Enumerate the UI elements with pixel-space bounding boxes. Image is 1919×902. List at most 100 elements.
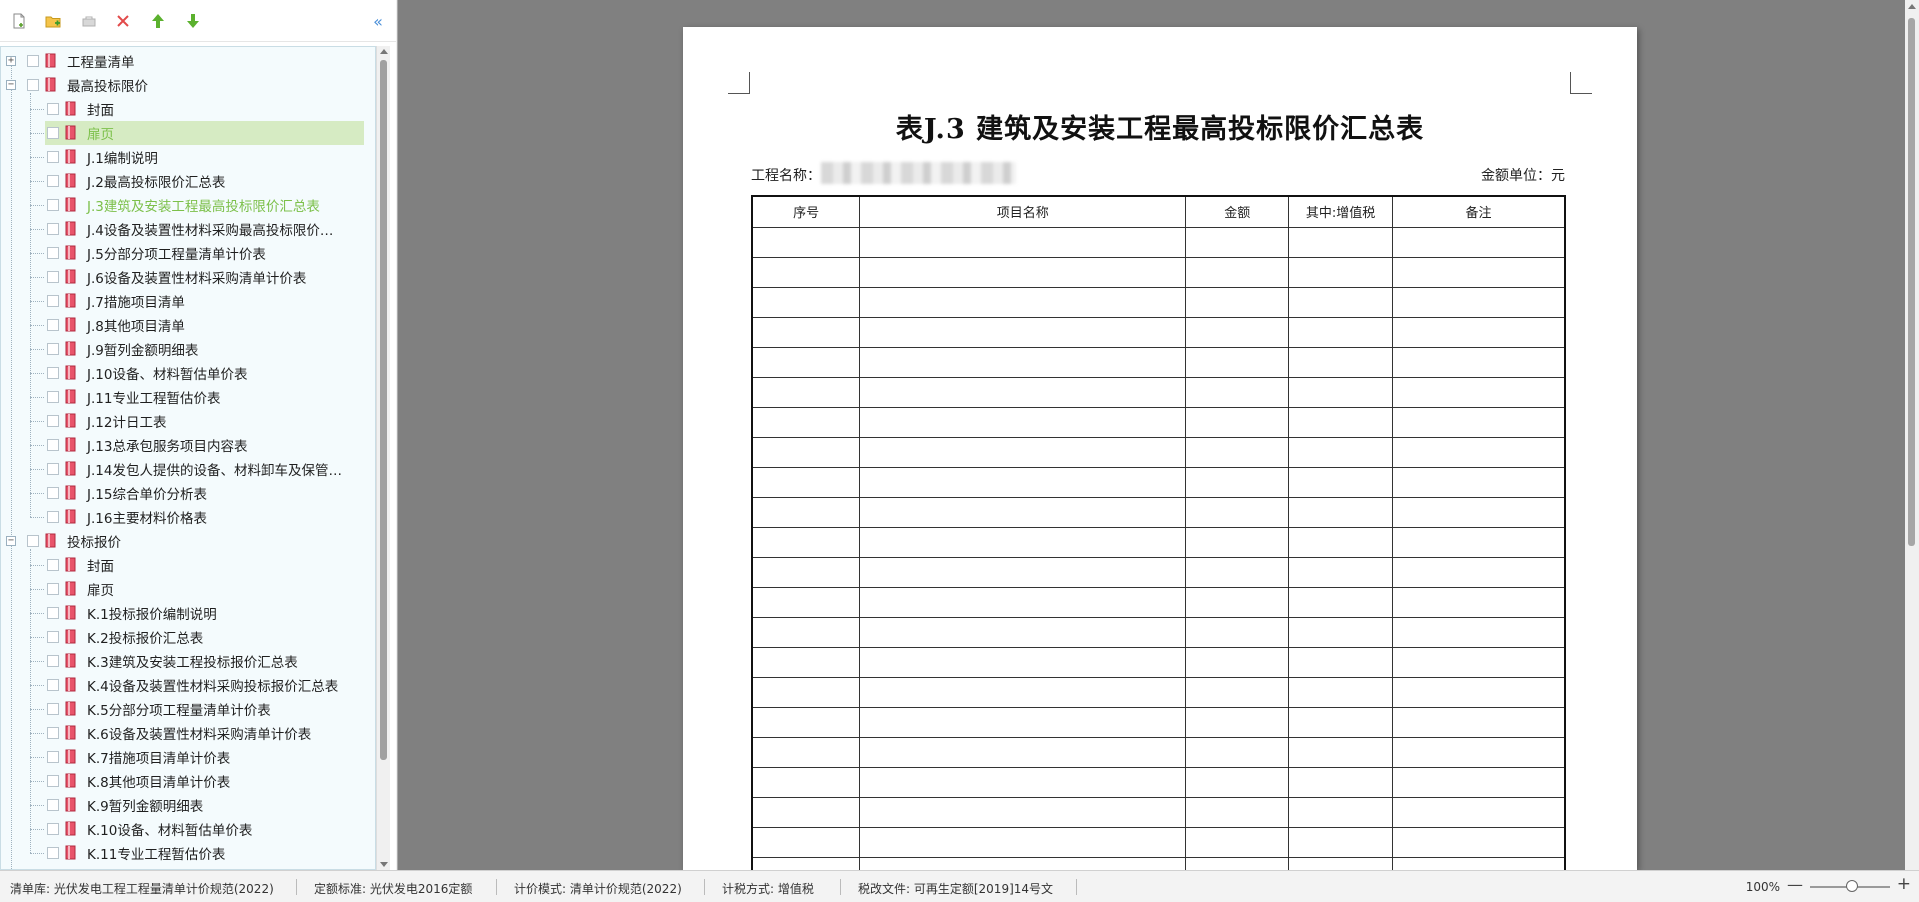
tree-checkbox[interactable]: [47, 559, 59, 571]
tree-item-row[interactable]: J.5分部分项工程量清单计价表: [1, 241, 375, 265]
table-cell: [1185, 526, 1290, 558]
scroll-up-arrow-icon[interactable]: [1908, 4, 1916, 9]
tree-checkbox[interactable]: [47, 727, 59, 739]
expander-icon[interactable]: −: [6, 536, 16, 546]
tree-checkbox[interactable]: [47, 607, 59, 619]
tree-checkbox[interactable]: [27, 535, 39, 547]
zoom-slider-thumb[interactable]: [1846, 880, 1858, 892]
tree-checkbox[interactable]: [47, 295, 59, 307]
tree-checkbox[interactable]: [47, 751, 59, 763]
tree-checkbox[interactable]: [47, 199, 59, 211]
tree-item-row[interactable]: J.14发包人提供的设备、材料卸车及保管…: [1, 457, 375, 481]
tree-checkbox[interactable]: [47, 655, 59, 667]
tree-checkbox[interactable]: [47, 511, 59, 523]
status-tax-method: 计税方式: 增值税: [722, 882, 814, 896]
tree-checkbox[interactable]: [47, 799, 59, 811]
expander-icon[interactable]: +: [6, 56, 16, 66]
expander-icon[interactable]: −: [6, 80, 16, 90]
scroll-up-arrow-icon[interactable]: [380, 49, 388, 54]
tree-item-row[interactable]: J.4设备及装置性材料采购最高投标限价…: [1, 217, 375, 241]
tree-item-row[interactable]: J.15综合单价分析表: [1, 481, 375, 505]
delete-icon[interactable]: [112, 10, 134, 32]
report-book-icon: [65, 125, 77, 140]
tree-scroll-thumb[interactable]: [380, 60, 387, 760]
tree-item-row[interactable]: K.5分部分项工程量清单计价表: [1, 697, 375, 721]
tree-checkbox[interactable]: [47, 823, 59, 835]
preview-scroll-thumb[interactable]: [1908, 18, 1915, 546]
tree-item-row[interactable]: J.9暂列金额明细表: [1, 337, 375, 361]
tree-item-row[interactable]: J.6设备及装置性材料采购清单计价表: [1, 265, 375, 289]
tree-item-row[interactable]: J.2最高投标限价汇总表: [1, 169, 375, 193]
tree-group-row[interactable]: − 最高投标限价: [1, 73, 375, 97]
tree-checkbox[interactable]: [47, 391, 59, 403]
tree-checkbox[interactable]: [47, 487, 59, 499]
tree-checkbox[interactable]: [47, 127, 59, 139]
tree-item-row[interactable]: J.3建筑及安装工程最高投标限价汇总表: [1, 193, 375, 217]
tree-checkbox[interactable]: [27, 55, 39, 67]
tree-item-row[interactable]: K.10设备、材料暂估单价表: [1, 817, 375, 841]
tree-item-row[interactable]: 封面: [1, 97, 375, 121]
tree-item-row[interactable]: J.1编制说明: [1, 145, 375, 169]
tree-checkbox[interactable]: [47, 319, 59, 331]
tree-checkbox[interactable]: [47, 415, 59, 427]
table-cell: [859, 766, 1187, 798]
tree-checkbox[interactable]: [47, 223, 59, 235]
tree-item-row[interactable]: K.3建筑及安装工程投标报价汇总表: [1, 649, 375, 673]
tree-checkbox[interactable]: [47, 463, 59, 475]
tree-item-row[interactable]: 封面: [1, 553, 375, 577]
tree-item-row[interactable]: J.8其他项目清单: [1, 313, 375, 337]
table-cell: [1391, 466, 1566, 498]
move-up-icon[interactable]: [147, 10, 169, 32]
table-cell: [1288, 496, 1393, 528]
tree-item-row[interactable]: K.6设备及装置性材料采购清单计价表: [1, 721, 375, 745]
tree-connector: [30, 133, 44, 134]
tree-item-row[interactable]: K.7措施项目清单计价表: [1, 745, 375, 769]
link-icon[interactable]: [78, 10, 100, 32]
tree-checkbox[interactable]: [47, 703, 59, 715]
tree-item-row[interactable]: J.16主要材料价格表: [1, 505, 375, 529]
tree-item-row[interactable]: J.12计日工表: [1, 409, 375, 433]
table-cell: [859, 226, 1187, 258]
zoom-out-button[interactable]: —: [1787, 875, 1803, 894]
zoom-slider[interactable]: [1810, 880, 1890, 892]
tree-checkbox[interactable]: [47, 247, 59, 259]
tree-checkbox[interactable]: [47, 439, 59, 451]
tree-item-row[interactable]: K.4设备及装置性材料采购投标报价汇总表: [1, 673, 375, 697]
tree-checkbox[interactable]: [47, 367, 59, 379]
tree-item-row[interactable]: J.7措施项目清单: [1, 289, 375, 313]
tree-connector: [30, 229, 44, 230]
tree-checkbox[interactable]: [47, 175, 59, 187]
tree-group-row[interactable]: + 工程量清单: [1, 49, 375, 73]
new-file-icon[interactable]: [8, 10, 30, 32]
tree-item-row[interactable]: J.11专业工程暂估价表: [1, 385, 375, 409]
tree-item-row[interactable]: K.1投标报价编制说明: [1, 601, 375, 625]
tree-checkbox[interactable]: [47, 583, 59, 595]
tree-item-row[interactable]: J.10设备、材料暂估单价表: [1, 361, 375, 385]
tree-item-row[interactable]: K.11专业工程暂估价表: [1, 841, 375, 865]
tree-checkbox[interactable]: [47, 631, 59, 643]
tree-group-row[interactable]: − 投标报价: [1, 529, 375, 553]
tree-item-row[interactable]: K.2投标报价汇总表: [1, 625, 375, 649]
tree-item-row[interactable]: 扉页: [1, 121, 375, 145]
tree-checkbox[interactable]: [47, 847, 59, 859]
scroll-down-arrow-icon[interactable]: [380, 862, 388, 867]
tree-item-row[interactable]: 扉页: [1, 577, 375, 601]
tree-checkbox[interactable]: [27, 79, 39, 91]
tree-checkbox[interactable]: [47, 271, 59, 283]
zoom-in-button[interactable]: +: [1897, 874, 1911, 894]
tree-item-row[interactable]: J.13总承包服务项目内容表: [1, 433, 375, 457]
preview-scrollbar[interactable]: [1905, 0, 1919, 870]
tree-checkbox[interactable]: [47, 775, 59, 787]
move-down-icon[interactable]: [182, 10, 204, 32]
tree-checkbox[interactable]: [47, 343, 59, 355]
add-folder-icon[interactable]: [42, 10, 64, 32]
tree-checkbox[interactable]: [47, 103, 59, 115]
tree-connector: [30, 445, 44, 446]
table-cell: [751, 646, 861, 678]
tree-checkbox[interactable]: [47, 679, 59, 691]
collapse-panel-icon[interactable]: «: [368, 10, 388, 32]
tree-item-row[interactable]: K.9暂列金额明细表: [1, 793, 375, 817]
tree-scrollbar[interactable]: [376, 46, 390, 870]
tree-checkbox[interactable]: [47, 151, 59, 163]
tree-item-row[interactable]: K.8其他项目清单计价表: [1, 769, 375, 793]
